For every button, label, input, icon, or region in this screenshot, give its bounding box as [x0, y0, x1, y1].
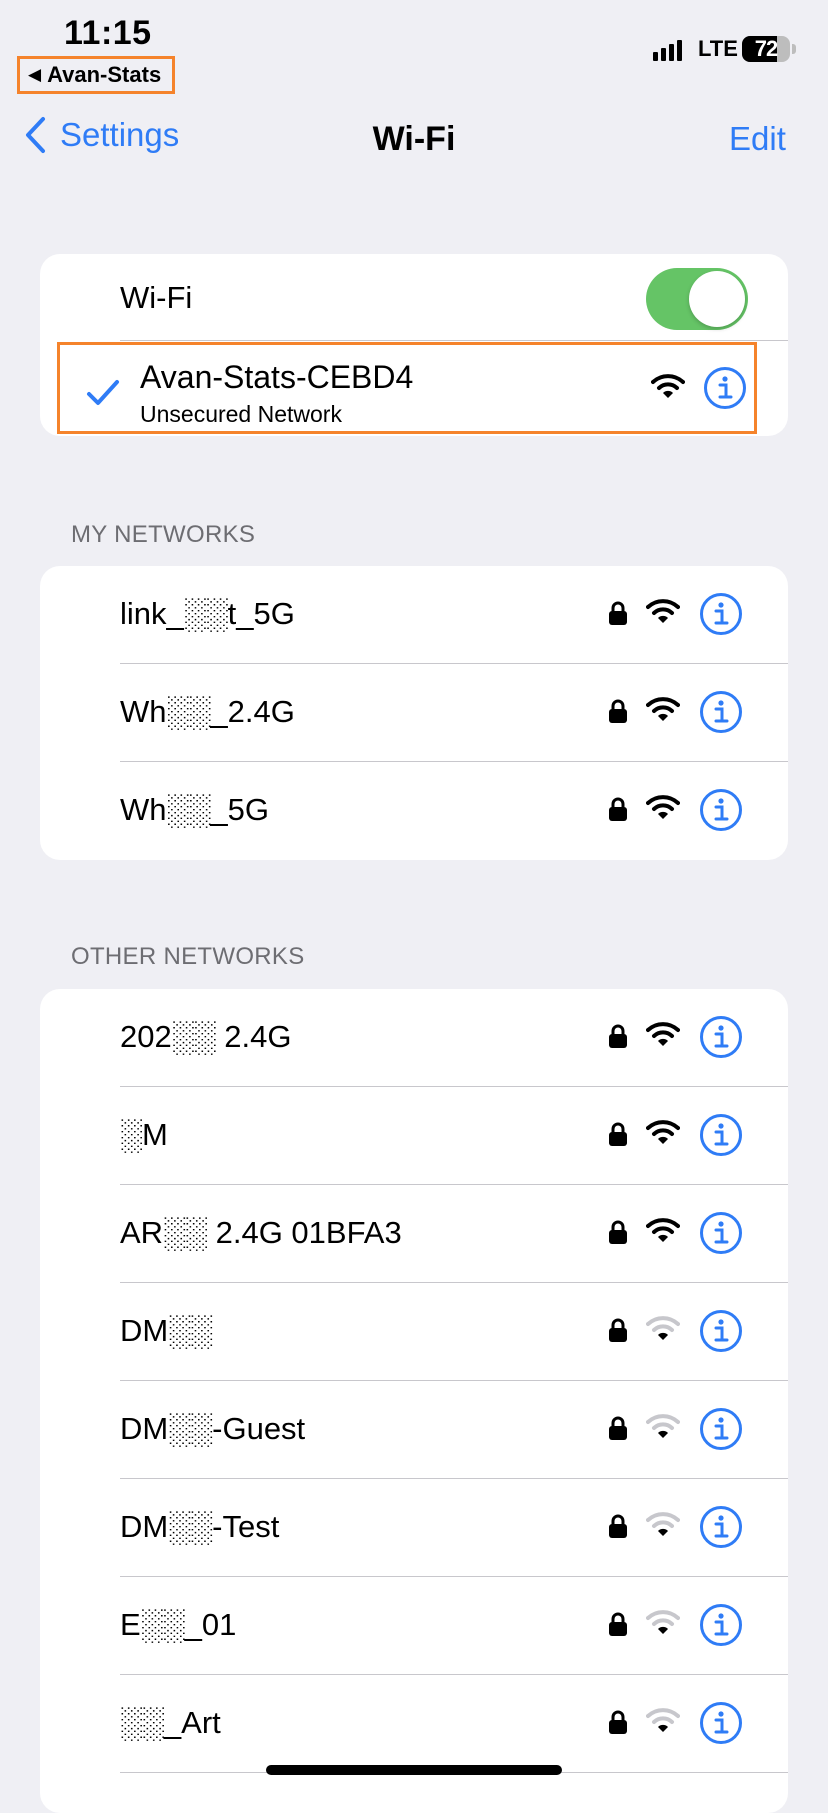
info-icon[interactable]: [699, 690, 743, 734]
lock-icon: [609, 1612, 627, 1636]
cellular-signal-icon: [653, 40, 682, 61]
wifi-icon: [651, 374, 685, 398]
info-icon[interactable]: [699, 788, 743, 832]
network-row[interactable]: Wh░░_2.4G: [40, 664, 788, 762]
info-icon[interactable]: [699, 1113, 743, 1157]
wifi-icon: [646, 697, 680, 721]
lock-icon: [609, 699, 627, 723]
network-row[interactable]: E░░_01: [40, 1577, 788, 1675]
network-row[interactable]: ░░_Art: [40, 1675, 788, 1773]
network-row[interactable]: 202░░ 2.4G: [40, 989, 788, 1087]
info-icon[interactable]: [699, 1407, 743, 1451]
network-name: AR░░ 2.4G 01BFA3: [120, 1215, 402, 1250]
home-indicator[interactable]: [266, 1765, 562, 1775]
info-icon[interactable]: [699, 1309, 743, 1353]
current-network-name: Avan-Stats-CEBD4: [140, 359, 414, 395]
edit-button[interactable]: Edit: [729, 120, 786, 158]
wifi-icon: [646, 1316, 680, 1340]
lock-icon: [609, 1514, 627, 1538]
info-icon[interactable]: [699, 1701, 743, 1745]
network-type: LTE: [698, 36, 738, 61]
current-network-subtitle: Unsecured Network: [140, 401, 342, 427]
battery-cap: [792, 44, 796, 54]
lock-icon: [609, 1416, 627, 1440]
info-icon[interactable]: [699, 592, 743, 636]
wifi-icon: [646, 1610, 680, 1634]
lock-icon: [609, 601, 627, 625]
back-app-label: Avan-Stats: [47, 62, 162, 87]
other-networks-header: OTHER NETWORKS: [71, 943, 305, 970]
network-name: 202░░ 2.4G: [120, 1019, 292, 1054]
network-name: Wh░░_5G: [120, 792, 270, 827]
network-row[interactable]: Wh░░_5G: [40, 762, 788, 860]
other-networks-list: 202░░ 2.4G ░M AR░░ 2.4G 01BFA3 DM░░ DM░░-Gue…: [40, 989, 788, 1813]
lock-icon: [609, 1710, 627, 1734]
lock-icon: [609, 1024, 627, 1048]
network-name: DM░░-Guest: [120, 1411, 306, 1446]
wifi-icon: [646, 1708, 680, 1732]
network-name: DM░░: [120, 1313, 213, 1348]
info-icon[interactable]: [699, 1015, 743, 1059]
my-networks-header: MY NETWORKS: [71, 521, 256, 548]
back-to-app-button[interactable]: ◀ Avan-Stats: [17, 56, 175, 94]
toggle-knob: [689, 271, 745, 327]
info-icon[interactable]: [699, 1211, 743, 1255]
battery-icon: 72: [742, 36, 790, 62]
network-name: DM░░-Test: [120, 1509, 280, 1544]
wifi-label: Wi-Fi: [120, 280, 193, 315]
network-row[interactable]: DM░░-Guest: [40, 1381, 788, 1479]
network-name: link_░░t_5G: [120, 596, 295, 631]
wifi-icon: [646, 599, 680, 623]
divider: [120, 340, 788, 341]
lock-icon: [609, 1122, 627, 1146]
chevron-left-icon: [26, 117, 45, 153]
info-icon[interactable]: [703, 366, 747, 410]
lock-icon: [609, 1318, 627, 1342]
network-name: ░░_Art: [120, 1705, 221, 1740]
network-name: E░░_01: [120, 1607, 237, 1642]
wifi-icon: [646, 1512, 680, 1536]
my-networks-list: link_░░t_5G Wh░░_2.4G Wh░░_5G: [40, 566, 788, 860]
network-row[interactable]: DM░░-Test: [40, 1479, 788, 1577]
battery-percent: 72: [754, 36, 778, 61]
back-triangle-icon: ◀: [28, 65, 42, 84]
wifi-toggle-row: Wi-Fi: [40, 254, 788, 344]
settings-back-button[interactable]: Settings: [24, 116, 179, 154]
status-time: 11:15: [64, 14, 152, 52]
network-row[interactable]: ░M: [40, 1087, 788, 1185]
wifi-icon: [646, 795, 680, 819]
lock-icon: [609, 1220, 627, 1244]
info-icon[interactable]: [699, 1505, 743, 1549]
wifi-toggle[interactable]: [646, 268, 748, 330]
wifi-icon: [646, 1414, 680, 1438]
current-network-row[interactable]: Avan-Stats-CEBD4 Unsecured Network: [57, 342, 757, 434]
checkmark-icon: [87, 380, 119, 405]
back-label: Settings: [60, 116, 180, 153]
wifi-icon: [646, 1218, 680, 1242]
network-row[interactable]: link_░░t_5G: [40, 566, 788, 664]
info-icon[interactable]: [699, 1603, 743, 1647]
network-row[interactable]: AR░░ 2.4G 01BFA3: [40, 1185, 788, 1283]
network-row[interactable]: DM░░: [40, 1283, 788, 1381]
network-name: ░M: [120, 1117, 168, 1152]
wifi-icon: [646, 1120, 680, 1144]
lock-icon: [609, 797, 627, 821]
network-name: Wh░░_2.4G: [120, 694, 295, 729]
wifi-icon: [646, 1022, 680, 1046]
